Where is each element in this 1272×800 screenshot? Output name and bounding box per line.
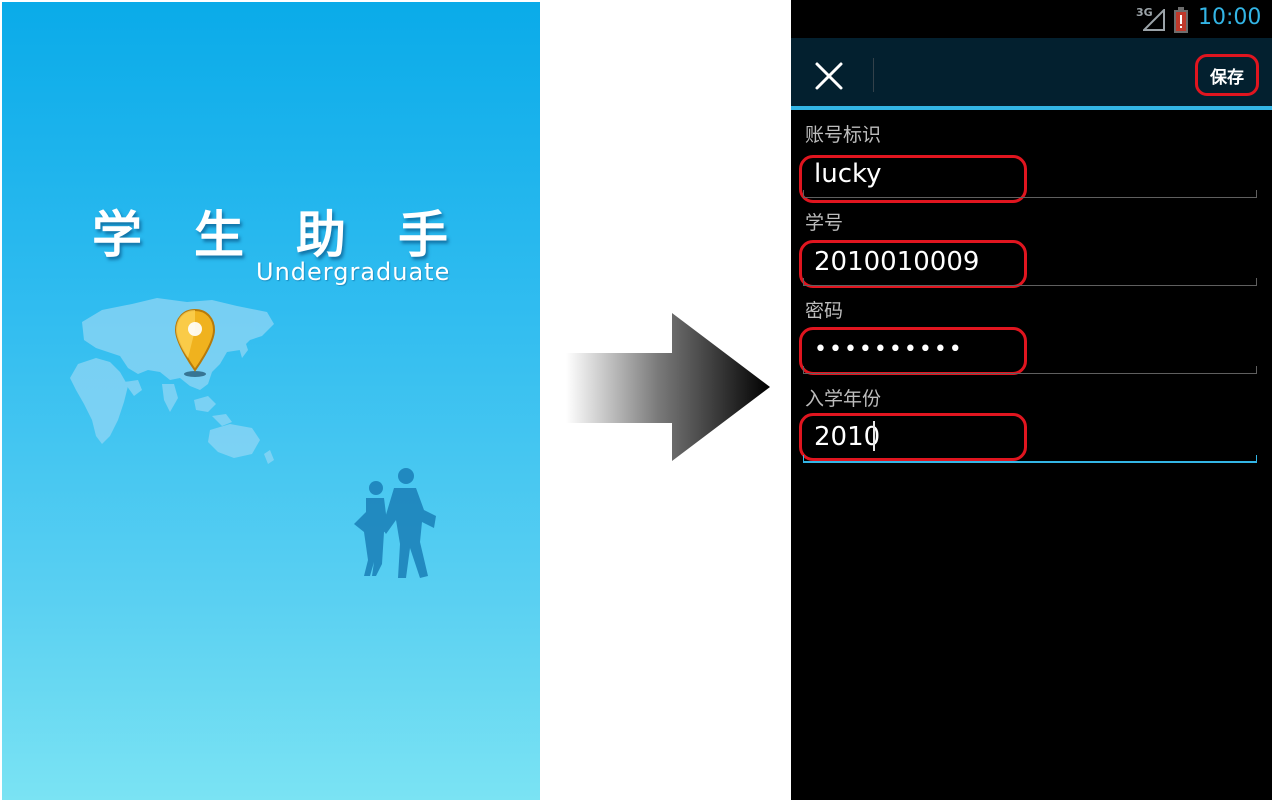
app-title-char: 学 — [92, 206, 142, 264]
action-bar: 保存 — [791, 38, 1272, 110]
enroll-year-underline — [803, 455, 1257, 463]
app-title: 学 生 助 手 — [90, 195, 450, 267]
enroll-year-label: 入学年份 — [805, 388, 882, 410]
close-button[interactable] — [805, 52, 853, 100]
app-subtitle: Undergraduate — [256, 258, 451, 286]
app-title-char: 生 — [194, 206, 244, 264]
action-divider — [873, 58, 874, 92]
password-underline — [803, 366, 1257, 374]
signal-icon — [1143, 9, 1165, 31]
text-cursor — [873, 421, 875, 451]
status-bar: 3G 10:00 — [791, 0, 1272, 38]
enroll-year-field[interactable] — [814, 422, 1014, 452]
close-icon — [815, 62, 843, 90]
location-pin-icon — [174, 308, 216, 377]
password-field[interactable]: •••••••••• — [814, 337, 1014, 362]
account-id-underline — [803, 190, 1257, 198]
status-time: 10:00 — [1198, 5, 1262, 30]
app-title-char: 助 — [296, 206, 346, 264]
account-id-label: 账号标识 — [805, 124, 882, 146]
save-button[interactable]: 保存 — [1195, 54, 1259, 96]
student-id-label: 学号 — [805, 212, 844, 234]
student-id-field[interactable] — [814, 247, 1014, 277]
app-title-char: 手 — [398, 206, 448, 264]
phone-screen: 3G 10:00 保存 账号标识 学号 密码 •••••••••• — [791, 0, 1272, 800]
splash-screen: 学 生 助 手 Undergraduate — [2, 2, 540, 800]
battery-alert-icon — [1174, 7, 1188, 33]
account-id-field[interactable] — [814, 159, 1014, 189]
transition-arrow-icon — [566, 313, 770, 461]
students-walking-image — [354, 468, 436, 578]
student-id-underline — [803, 278, 1257, 286]
password-label: 密码 — [805, 300, 844, 322]
